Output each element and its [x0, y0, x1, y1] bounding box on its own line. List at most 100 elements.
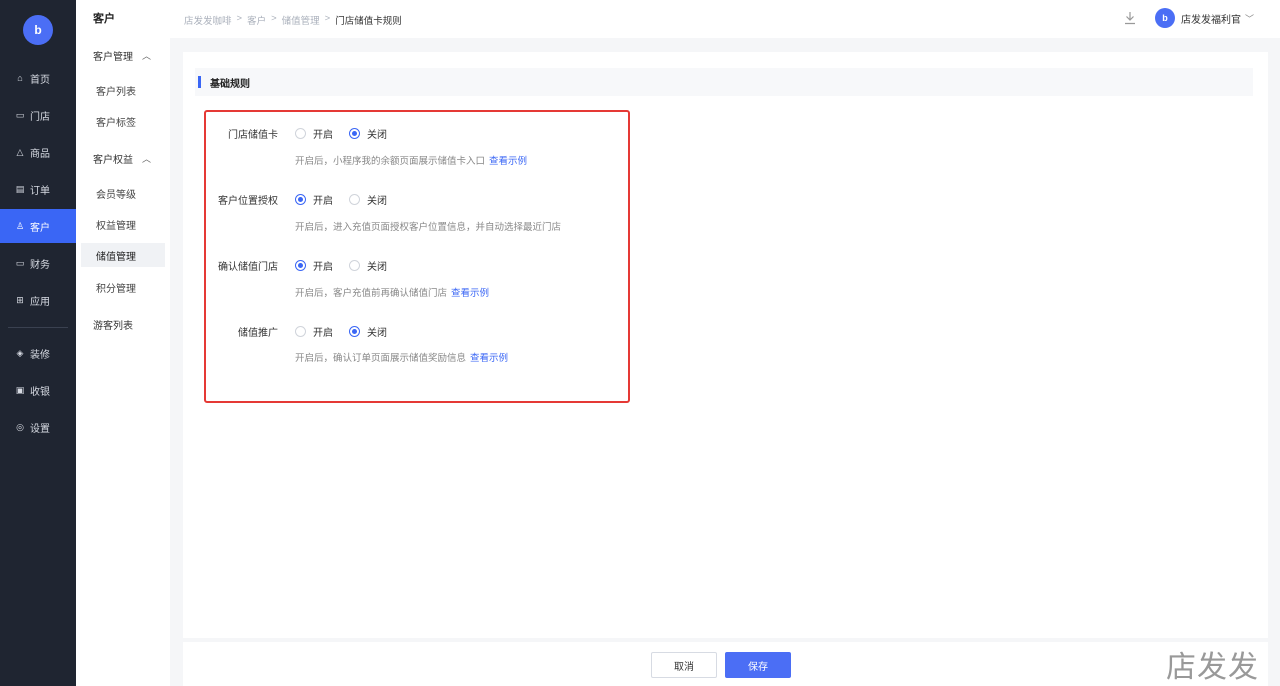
breadcrumb-separator: >: [236, 13, 243, 24]
radio-location-off[interactable]: 关闭: [349, 192, 387, 207]
home-icon: ⌂: [17, 73, 23, 83]
radio-location-on[interactable]: 开启: [295, 192, 333, 207]
save-button[interactable]: 保存: [725, 652, 791, 678]
decoration-icon: ◈: [16, 347, 24, 358]
section-accent-bar: [198, 76, 201, 88]
breadcrumb-current: 门店储值卡规则: [335, 16, 402, 27]
user-name: 店发发福利官: [1181, 14, 1241, 26]
radio-label: 开启: [313, 196, 333, 207]
sub-item-guest-list[interactable]: 游客列表: [93, 317, 133, 332]
apps-icon: ⊞: [16, 294, 24, 305]
nav-divider: [8, 327, 68, 328]
nav-item-settings[interactable]: ◎ 设置: [0, 410, 76, 444]
radio-label: 开启: [313, 130, 333, 141]
radio-circle: [295, 326, 306, 337]
customer-icon: ♙: [15, 220, 25, 231]
view-example-link[interactable]: 查看示例: [451, 288, 489, 299]
rule-hint-text: 开启后，小程序我的余额页面展示储值卡入口: [295, 156, 486, 167]
radio-circle: [295, 128, 306, 139]
nav-item-store[interactable]: ▭ 门店: [0, 98, 76, 132]
rule-label-store-card: 门店储值卡: [228, 130, 278, 141]
sub-item-rights-management[interactable]: 权益管理: [81, 212, 165, 236]
radio-confirm-store-on[interactable]: 开启: [295, 258, 333, 273]
section-title: 基础规则: [210, 78, 250, 90]
download-icon[interactable]: [1123, 10, 1137, 26]
nav-item-label: 设置: [30, 423, 50, 435]
radio-label: 关闭: [367, 130, 387, 141]
radio-circle: [295, 194, 306, 205]
rule-hint: 开启后，小程序我的余额页面展示储值卡入口 查看示例: [295, 153, 527, 167]
radio-circle: [349, 326, 360, 337]
rule-label-promotion: 储值推广: [238, 328, 278, 339]
cashier-icon: ▣: [15, 384, 25, 395]
rule-hint-text: 开启后，进入充值页面授权客户位置信息，并自动选择最近门店: [295, 222, 562, 233]
radio-circle: [349, 194, 360, 205]
nav-item-label: 收银: [30, 386, 50, 398]
cancel-button[interactable]: 取消: [651, 652, 717, 678]
main-nav: b ⌂ 首页 ▭ 门店 △ 商品 ▤ 订单 ♙ 客户 ▭ 财务 ⊞ 应用 ◈ 装修 ▣ 收银 ◎ 设…: [0, 0, 76, 686]
settings-icon: ◎: [16, 421, 24, 432]
nav-item-apps[interactable]: ⊞ 应用: [0, 283, 76, 317]
rule-hint-text: 开启后，客户充值前再确认储值门店: [295, 288, 448, 299]
sub-item-points[interactable]: 积分管理: [81, 275, 165, 299]
breadcrumb-item[interactable]: 储值管理: [282, 13, 320, 27]
sub-item-member-level[interactable]: 会员等级: [81, 181, 165, 205]
view-example-link[interactable]: 查看示例: [489, 156, 527, 167]
watermark: 店发发: [1166, 650, 1259, 685]
section-header: 基础规则: [195, 68, 1253, 96]
chevron-up-icon: ︿: [142, 154, 152, 164]
sub-group-label: 客户权益: [93, 155, 133, 166]
radio-confirm-store-off[interactable]: 关闭: [349, 258, 387, 273]
sub-item-label: 客户标签: [96, 117, 136, 129]
radio-circle: [295, 260, 306, 271]
footer-bar: 取消 保存: [183, 642, 1268, 686]
rule-hint: 开启后，客户充值前再确认储值门店 查看示例: [295, 285, 489, 299]
sub-item-label: 客户列表: [96, 86, 136, 98]
radio-circle: [349, 260, 360, 271]
goods-icon: △: [16, 146, 24, 157]
radio-store-card-off[interactable]: 关闭: [349, 126, 387, 141]
radio-label: 开启: [313, 328, 333, 339]
avatar: b: [1155, 8, 1175, 28]
nav-item-customer[interactable]: ♙ 客户: [0, 209, 76, 243]
sub-group-customer-management[interactable]: 客户管理 ︿: [93, 48, 151, 63]
nav-item-label: 门店: [30, 111, 50, 123]
radio-label: 关闭: [367, 196, 387, 207]
user-menu[interactable]: b 店发发福利官 ﹀: [1155, 8, 1254, 28]
view-example-link[interactable]: 查看示例: [470, 353, 508, 364]
nav-item-home[interactable]: ⌂ 首页: [0, 61, 76, 95]
nav-item-order[interactable]: ▤ 订单: [0, 172, 76, 206]
sub-menu: 客户 客户管理 ︿ 客户列表 客户标签 客户权益 ︿ 会员等级 权益管理 储值管理 …: [76, 0, 170, 686]
nav-item-label: 首页: [30, 74, 50, 86]
breadcrumb-item[interactable]: 客户: [247, 13, 266, 27]
rule-label-confirm-store: 确认储值门店: [218, 262, 278, 273]
sub-item-label: 游客列表: [93, 321, 133, 332]
sub-item-customer-list[interactable]: 客户列表: [81, 78, 165, 102]
breadcrumb-separator: >: [324, 13, 331, 24]
finance-icon: ▭: [15, 257, 25, 268]
rule-hint: 开启后，进入充值页面授权客户位置信息，并自动选择最近门店: [295, 219, 561, 233]
nav-item-label: 应用: [30, 296, 50, 308]
app-logo[interactable]: b: [23, 15, 53, 45]
rule-label-location: 客户位置授权: [218, 196, 278, 207]
rule-hint-text: 开启后，确认订单页面展示储值奖励信息: [295, 353, 467, 364]
order-icon: ▤: [15, 183, 25, 194]
sub-menu-title: 客户: [93, 13, 115, 25]
sub-group-customer-rights[interactable]: 客户权益 ︿: [93, 151, 151, 166]
radio-store-card-on[interactable]: 开启: [295, 126, 333, 141]
store-icon: ▭: [15, 109, 25, 120]
nav-item-goods[interactable]: △ 商品: [0, 135, 76, 169]
radio-promotion-on[interactable]: 开启: [295, 324, 333, 339]
breadcrumb-item[interactable]: 店发发咖啡: [184, 13, 232, 27]
nav-item-label: 装修: [30, 349, 50, 361]
radio-promotion-off[interactable]: 关闭: [349, 324, 387, 339]
sub-group-label: 客户管理: [93, 52, 133, 63]
sub-item-stored-value[interactable]: 储值管理: [81, 243, 165, 267]
nav-item-finance[interactable]: ▭ 财务: [0, 246, 76, 280]
nav-item-cashier[interactable]: ▣ 收银: [0, 373, 76, 407]
chevron-down-icon: ﹀: [1245, 13, 1255, 24]
rule-hint: 开启后，确认订单页面展示储值奖励信息 查看示例: [295, 350, 508, 364]
breadcrumb-separator: >: [271, 13, 277, 24]
nav-item-decoration[interactable]: ◈ 装修: [0, 336, 76, 370]
sub-item-customer-tags[interactable]: 客户标签: [81, 109, 165, 133]
